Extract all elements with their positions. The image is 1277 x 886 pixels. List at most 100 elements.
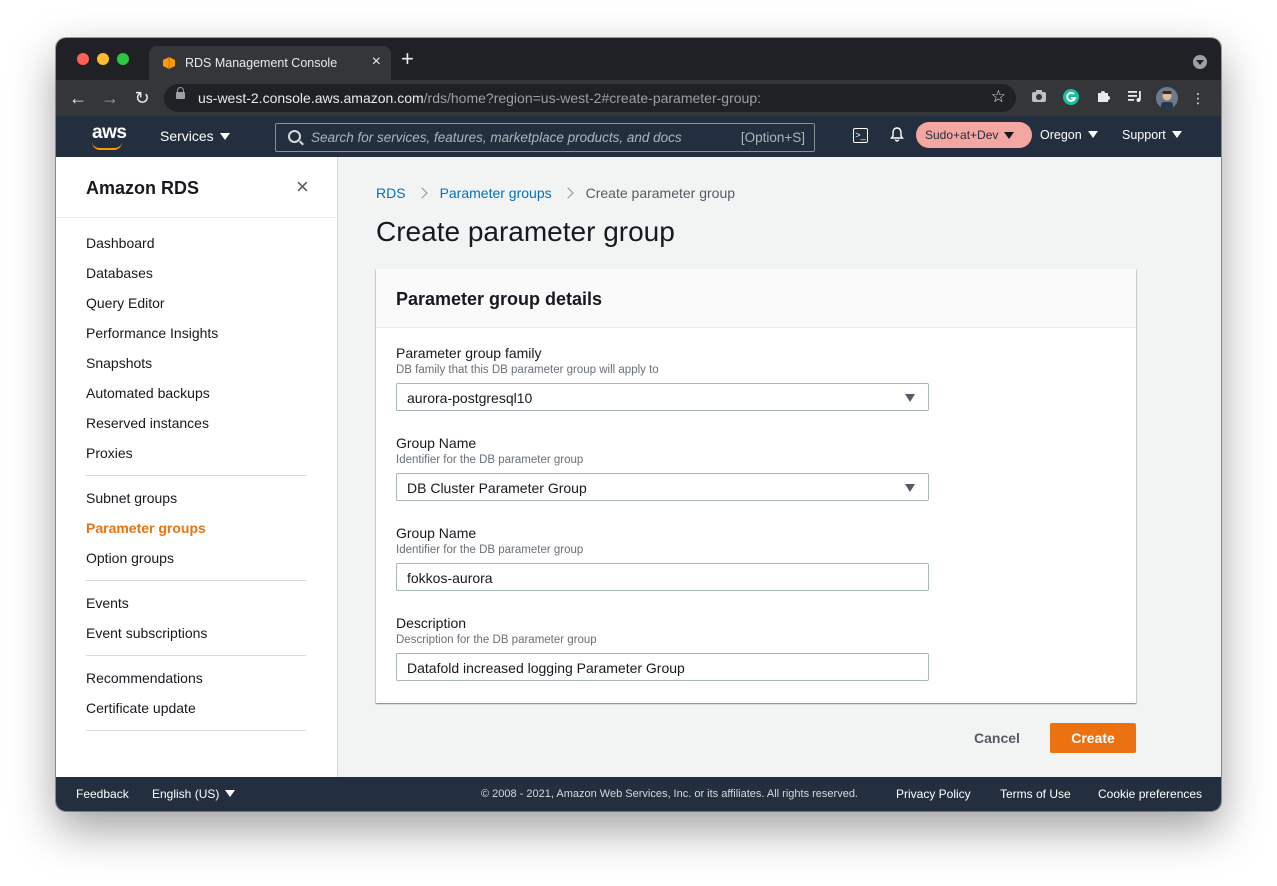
group-name-description: Identifier for the DB parameter group — [396, 544, 584, 556]
breadcrumb-parameter-groups[interactable]: Parameter groups — [440, 185, 552, 201]
cookie-preferences-link[interactable]: Cookie preferences — [1098, 787, 1202, 801]
description-input[interactable]: Datafold increased logging Parameter Gro… — [396, 653, 929, 681]
sidebar-item-event-subscriptions[interactable]: Event subscriptions — [86, 625, 207, 641]
group-name-label: Group Name — [396, 525, 477, 541]
grammarly-icon[interactable] — [1062, 89, 1080, 107]
caret-down-icon — [1087, 131, 1098, 138]
browser-window: RDS Management Console × + ← → ↻ us-west… — [56, 38, 1221, 811]
language-selector[interactable]: English (US) — [152, 787, 236, 801]
minimize-window-button[interactable] — [97, 53, 109, 65]
tab-strip: RDS Management Console × + — [56, 38, 1221, 80]
caret-down-icon — [905, 394, 915, 402]
extensions-puzzle-icon[interactable] — [1094, 89, 1112, 107]
sidebar-item-automated-backups[interactable]: Automated backups — [86, 385, 210, 401]
unified-search-input[interactable]: Search for services, features, marketpla… — [275, 123, 815, 152]
caret-down-icon — [1171, 131, 1182, 138]
create-button[interactable]: Create — [1050, 723, 1136, 753]
maximize-window-button[interactable] — [117, 53, 129, 65]
sidebar-navigation: Amazon RDS × Dashboard Databases Query E… — [56, 157, 338, 777]
address-bar[interactable]: us-west-2.console.aws.amazon.com/rds/hom… — [164, 84, 1016, 112]
sidebar-item-certificate-update[interactable]: Certificate update — [86, 700, 196, 716]
console-footer: Feedback English (US) © 2008 - 2021, Ama… — [56, 777, 1221, 811]
breadcrumb-rds[interactable]: RDS — [376, 185, 406, 201]
feedback-link[interactable]: Feedback — [76, 787, 129, 801]
group-name-input[interactable]: fokkos-aurora — [396, 563, 929, 591]
media-queue-icon[interactable] — [1126, 89, 1144, 107]
divider — [56, 217, 337, 218]
tab-close-icon[interactable]: × — [372, 53, 381, 71]
panel-header: Parameter group details — [376, 269, 1136, 328]
cloudshell-icon[interactable]: >_ — [853, 128, 868, 143]
new-tab-button[interactable]: + — [401, 48, 414, 70]
chevron-right-icon — [415, 187, 428, 199]
parameter-group-details-panel: Parameter group details Parameter group … — [376, 269, 1136, 703]
close-window-button[interactable] — [77, 53, 89, 65]
breadcrumb: RDS Parameter groups Create parameter grou… — [376, 185, 735, 201]
divider — [86, 475, 306, 476]
privacy-policy-link[interactable]: Privacy Policy — [896, 787, 971, 801]
browser-toolbar: ← → ↻ us-west-2.console.aws.amazon.com/r… — [56, 80, 1221, 116]
sidebar-item-query-editor[interactable]: Query Editor — [86, 295, 165, 311]
description-value: Datafold increased logging Parameter Gro… — [407, 660, 685, 676]
parameter-group-family-select[interactable]: aurora-postgresql10 — [396, 383, 929, 411]
sidebar-item-dashboard[interactable]: Dashboard — [86, 235, 155, 251]
profile-avatar[interactable] — [1156, 87, 1178, 109]
caret-down-icon — [225, 790, 236, 797]
group-type-select[interactable]: DB Cluster Parameter Group — [396, 473, 929, 501]
aws-console-header: aws Services Search for services, featur… — [56, 116, 1221, 157]
browser-menu-icon[interactable]: ⋮ — [1189, 89, 1207, 107]
panel-title: Parameter group details — [396, 289, 603, 309]
sidebar-item-option-groups[interactable]: Option groups — [86, 550, 174, 566]
caret-down-icon — [1004, 132, 1015, 139]
bookmark-star-icon[interactable]: ☆ — [991, 87, 1006, 107]
sidebar-item-proxies[interactable]: Proxies — [86, 445, 133, 461]
search-icon — [288, 130, 301, 143]
browser-tab[interactable]: RDS Management Console × — [149, 46, 391, 80]
chevron-right-icon — [561, 187, 574, 199]
cancel-button[interactable]: Cancel — [974, 730, 1020, 746]
sidebar-title: Amazon RDS — [86, 178, 200, 198]
sidebar-item-events[interactable]: Events — [86, 595, 129, 611]
caret-down-icon — [905, 484, 915, 492]
search-placeholder: Search for services, features, marketpla… — [311, 130, 682, 145]
aws-logo-smile-icon — [92, 142, 122, 150]
tab-search-icon[interactable] — [1193, 55, 1207, 69]
sidebar-item-parameter-groups[interactable]: Parameter groups — [86, 520, 206, 536]
notification-bell-icon[interactable] — [890, 127, 904, 146]
reload-icon[interactable]: ↻ — [130, 86, 154, 110]
divider — [86, 580, 306, 581]
aws-logo[interactable]: aws — [92, 122, 127, 144]
divider — [86, 730, 306, 731]
url-text: us-west-2.console.aws.amazon.com/rds/hom… — [198, 90, 761, 106]
support-menu[interactable]: Support — [1122, 128, 1182, 142]
breadcrumb-current: Create parameter group — [585, 185, 736, 201]
type-description: Identifier for the DB parameter group — [396, 454, 584, 466]
type-label: Group Name — [396, 435, 477, 451]
sidebar-item-snapshots[interactable]: Snapshots — [86, 355, 152, 371]
lock-icon — [176, 87, 185, 99]
caret-down-icon — [219, 133, 230, 140]
sidebar-item-performance-insights[interactable]: Performance Insights — [86, 325, 218, 341]
sidebar-item-recommendations[interactable]: Recommendations — [86, 670, 203, 686]
forward-arrow-icon[interactable]: → — [98, 86, 122, 110]
services-menu[interactable]: Services — [160, 128, 230, 144]
camera-icon[interactable] — [1030, 89, 1048, 107]
page-title: Create parameter group — [376, 216, 675, 247]
account-menu[interactable]: Sudo+at+Dev — [916, 122, 1032, 148]
group-name-value: fokkos-aurora — [407, 570, 493, 586]
region-menu[interactable]: Oregon — [1040, 128, 1098, 142]
type-select-value: DB Cluster Parameter Group — [407, 480, 587, 496]
description-description: Description for the DB parameter group — [396, 634, 597, 646]
terms-of-use-link[interactable]: Terms of Use — [1000, 787, 1071, 801]
sidebar-item-databases[interactable]: Databases — [86, 265, 153, 281]
search-shortcut: [Option+S] — [740, 130, 805, 145]
back-arrow-icon[interactable]: ← — [66, 86, 90, 110]
family-label: Parameter group family — [396, 345, 542, 361]
family-description: DB family that this DB parameter group w… — [396, 364, 659, 376]
copyright-text: © 2008 - 2021, Amazon Web Services, Inc.… — [481, 788, 858, 800]
sidebar-item-subnet-groups[interactable]: Subnet groups — [86, 490, 177, 506]
aws-favicon-icon — [163, 57, 175, 69]
close-icon[interactable]: × — [296, 174, 309, 200]
sidebar-item-reserved-instances[interactable]: Reserved instances — [86, 415, 209, 431]
tab-title: RDS Management Console — [185, 56, 338, 70]
